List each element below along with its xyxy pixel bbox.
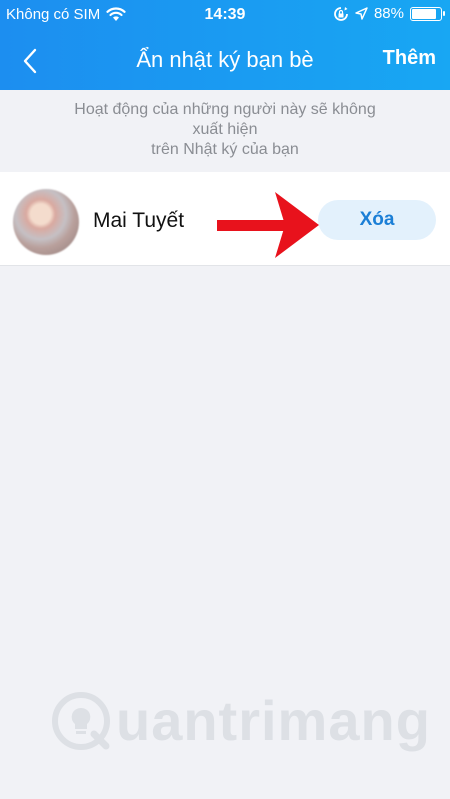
friend-name: Mai Tuyết — [93, 209, 185, 232]
location-arrow-icon — [355, 7, 368, 20]
delete-button[interactable]: Xóa — [318, 200, 436, 240]
watermark-text: uantrimang — [116, 689, 431, 752]
hint-line-2: xuất hiện — [192, 121, 258, 138]
hint-line-3: trên Nhật ký của bạn — [151, 141, 299, 158]
red-arrow-annotation — [217, 192, 319, 258]
rotation-lock-icon — [334, 6, 348, 21]
battery-icon — [410, 6, 445, 21]
battery-percent: 88% — [373, 5, 404, 22]
watermark: uantrimang — [50, 688, 431, 753]
navigation-bar: Ẩn nhật ký bạn bè Thêm — [0, 30, 450, 90]
status-bar: Không có SIM 14:39 88% — [0, 0, 450, 30]
hint-text: Hoạt động của những người này sẽ không x… — [40, 100, 410, 160]
avatar[interactable] — [13, 189, 79, 255]
app-header: Không có SIM 14:39 88% Ẩn nhật ký bạn bè… — [0, 0, 450, 90]
add-button[interactable]: Thêm — [383, 47, 436, 70]
battery-level — [412, 8, 437, 19]
lightbulb-q-icon — [52, 691, 110, 750]
hint-line-1: Hoạt động của những người này sẽ không — [74, 101, 376, 118]
